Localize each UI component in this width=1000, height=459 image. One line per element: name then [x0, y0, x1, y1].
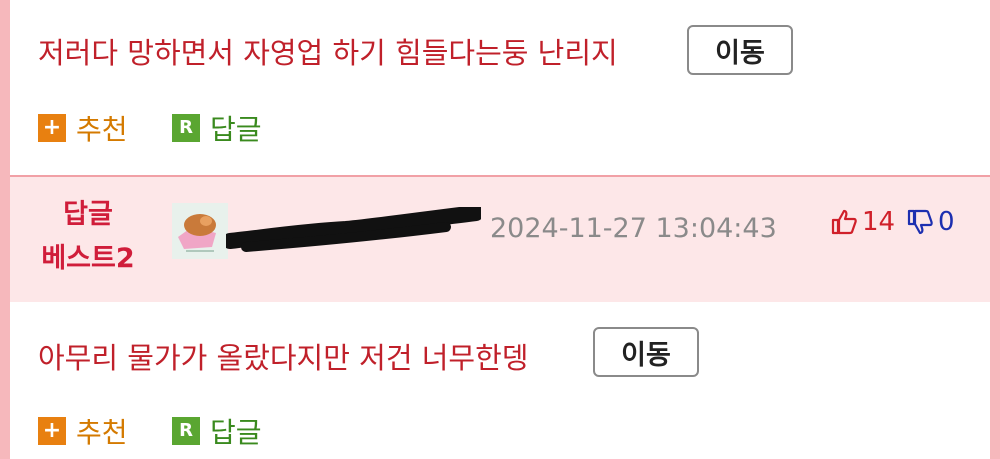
comment-text: 저러다 망하면서 자영업 하기 힘들다는둥 난리지	[38, 36, 618, 70]
move-button[interactable]: 이동	[687, 25, 793, 75]
recommend-button[interactable]: + 추천	[38, 411, 128, 451]
reply-label: 답글	[210, 113, 262, 146]
move-button[interactable]: 이동	[593, 327, 699, 377]
reply-r-icon: R	[172, 114, 200, 142]
upvote-count: 14	[862, 207, 896, 237]
page-frame-left	[0, 0, 10, 459]
nickname-redacted	[222, 205, 484, 255]
page-frame-right	[990, 0, 1000, 459]
best-label-line2: 베스트2	[41, 243, 135, 274]
thumbs-down-icon	[907, 209, 933, 235]
recommend-button[interactable]: + 추천	[38, 108, 128, 148]
reply-r-icon: R	[172, 417, 200, 445]
plus-icon: +	[38, 417, 66, 445]
downvote-count: 0	[938, 207, 955, 237]
recommend-label: 추천	[76, 416, 128, 449]
avatar[interactable]	[172, 203, 228, 259]
upvote-button[interactable]: 14	[830, 207, 895, 237]
recommend-label: 추천	[76, 113, 128, 146]
reply-timestamp: 2024-11-27 13:04:43	[490, 213, 777, 244]
reply-label: 답글	[210, 416, 262, 449]
reply-button[interactable]: R 답글	[172, 411, 262, 451]
plus-icon: +	[38, 114, 66, 142]
comment-text: 아무리 물가가 올랐다지만 저건 너무한뎅	[38, 341, 529, 375]
downvote-button[interactable]: 0	[906, 207, 955, 237]
reply-button[interactable]: R 답글	[172, 108, 262, 148]
best-reply-badge: 답글 베스트2	[38, 193, 138, 281]
thumbs-up-icon	[831, 209, 857, 235]
best-reply-row: 답글 베스트2 2024-11-27 13:04:43 14 0	[10, 177, 990, 302]
best-label-line1: 답글	[63, 199, 113, 230]
